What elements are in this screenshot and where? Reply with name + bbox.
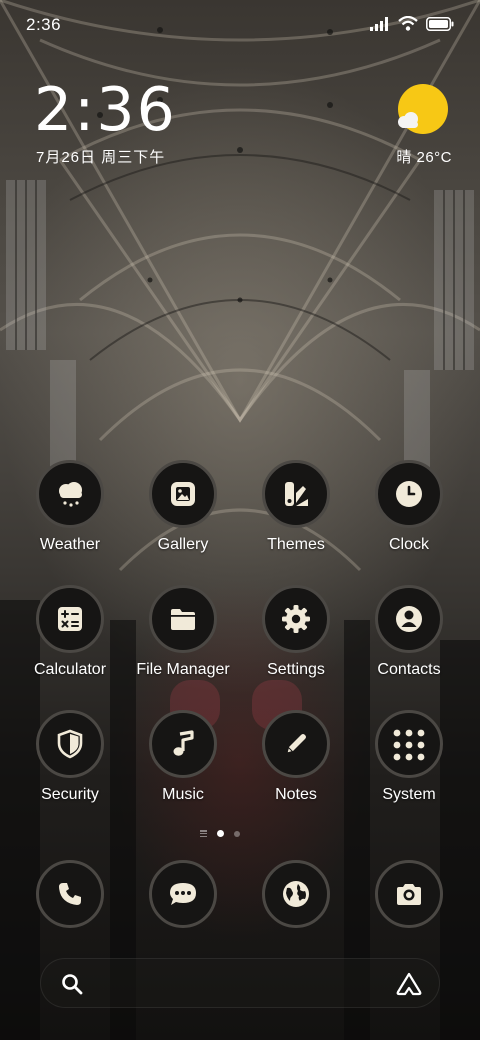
contacts-icon [396,606,422,632]
app-file-manager[interactable]: File Manager [127,585,239,679]
system-folder-icon [393,729,425,761]
app-clock[interactable]: Clock [353,460,465,554]
clock-widget-date[interactable]: 7月26日 周三下午 [36,146,165,167]
app-music[interactable]: Music [127,710,239,804]
shield-icon [57,729,83,759]
gear-icon [282,605,310,633]
app-contacts[interactable]: Contacts [353,585,465,679]
battery-icon [426,16,454,31]
themes-icon [285,482,308,506]
app-calculator[interactable]: Calculator [14,585,126,679]
app-label: Music [162,786,204,803]
app-themes[interactable]: Themes [240,460,352,554]
dock-messages[interactable] [127,860,239,928]
app-notes[interactable]: Notes [240,710,352,804]
status-time: 2:36 [26,15,62,34]
pencil-icon [286,734,306,754]
phone-icon [59,883,81,905]
app-label: Settings [267,661,325,678]
folder-icon [171,609,195,630]
app-label: Clock [388,536,429,553]
page-indicator-menu [200,830,207,837]
weather-temperature: 晴 26°C [396,149,452,166]
signal-icon [370,16,388,31]
wifi-icon [398,16,418,31]
app-settings[interactable]: Settings [240,585,352,679]
dock-phone[interactable] [14,860,126,928]
app-system-folder[interactable]: System [353,710,465,804]
calculator-icon [58,607,82,631]
app-label: Calculator [33,661,107,678]
app-security[interactable]: Security [14,710,126,804]
status-bar: 2:36 [0,0,480,50]
music-note-icon [173,730,194,756]
page-dot [234,830,240,837]
assistant-icon[interactable] [395,972,423,996]
app-label: Security [41,786,99,803]
app-gallery[interactable]: Gallery [127,460,239,554]
app-weather[interactable]: Weather [14,460,126,554]
weather-widget[interactable]: 晴 26°C [388,84,452,166]
clock-widget-time[interactable]: 2:36 [34,78,177,142]
sun-cloud-icon [398,84,448,134]
gallery-icon [171,482,195,506]
app-label: Gallery [157,536,209,553]
weather-icon [59,482,82,507]
page-dot-active [217,830,224,837]
browser-globe-icon [283,881,309,907]
dock-browser[interactable] [240,860,352,928]
app-label: Weather [39,536,101,553]
camera-icon [397,884,421,905]
app-label: Themes [267,536,325,553]
dock-camera[interactable] [353,860,465,928]
app-label: Notes [275,786,317,803]
search-icon[interactable] [60,972,84,996]
clock-icon [396,481,422,507]
page-indicator[interactable] [200,830,240,837]
search-bar[interactable] [40,958,440,1008]
app-label: System [382,786,436,803]
message-icon [170,883,196,905]
app-label: Contacts [377,661,441,678]
app-label: File Manager [136,661,230,678]
